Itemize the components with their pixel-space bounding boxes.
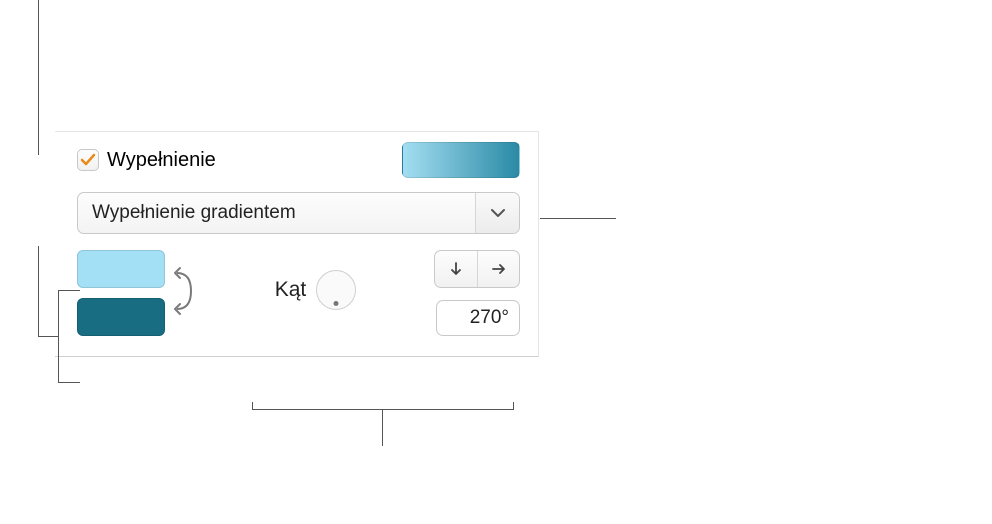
gradient-color-2[interactable] xyxy=(77,298,165,336)
fill-checkbox[interactable] xyxy=(77,149,99,171)
arrow-down-icon xyxy=(449,262,463,276)
callout-line xyxy=(58,290,59,382)
angle-right-controls: 270° xyxy=(434,250,520,336)
direction-right-button[interactable] xyxy=(477,251,519,287)
fill-label: Wypełnienie xyxy=(107,149,216,172)
chevron-down-icon xyxy=(491,208,505,218)
callout-line xyxy=(513,402,514,410)
callout-line xyxy=(540,218,616,219)
fill-panel: Wypełnienie Wypełnienie gradientem xyxy=(55,131,539,357)
fill-checkbox-group: Wypełnienie xyxy=(77,149,216,172)
swap-colors-button[interactable] xyxy=(171,261,197,326)
direction-buttons xyxy=(434,250,520,288)
direction-down-button[interactable] xyxy=(435,251,477,287)
angle-dial-group: Kąt xyxy=(275,270,357,310)
angle-dial[interactable] xyxy=(316,270,356,310)
arrow-right-icon xyxy=(492,262,506,276)
callout-line xyxy=(252,402,253,410)
dropdown-arrow-button[interactable] xyxy=(475,193,519,233)
angle-value-text: 270° xyxy=(470,307,509,329)
callout-line xyxy=(38,336,58,337)
color-wells-stack xyxy=(77,250,165,336)
fill-header-row: Wypełnienie xyxy=(77,142,520,178)
callout-line xyxy=(252,409,514,410)
gradient-controls-row: Kąt 270° xyxy=(77,250,520,336)
gradient-color-1[interactable] xyxy=(77,250,165,288)
fill-type-selected: Wypełnienie gradientem xyxy=(78,202,475,224)
checkmark-icon xyxy=(80,152,96,168)
fill-color-preview[interactable] xyxy=(402,142,520,178)
gradient-color-stops xyxy=(77,250,197,336)
callout-line xyxy=(58,290,80,291)
angle-value-field[interactable]: 270° xyxy=(436,300,520,336)
callout-line xyxy=(38,246,39,336)
angle-label: Kąt xyxy=(275,278,307,302)
fill-type-dropdown[interactable]: Wypełnienie gradientem xyxy=(77,192,520,234)
callout-line xyxy=(58,382,80,383)
callout-line xyxy=(382,410,383,446)
callout-line xyxy=(38,0,39,155)
swap-icon xyxy=(171,261,197,321)
